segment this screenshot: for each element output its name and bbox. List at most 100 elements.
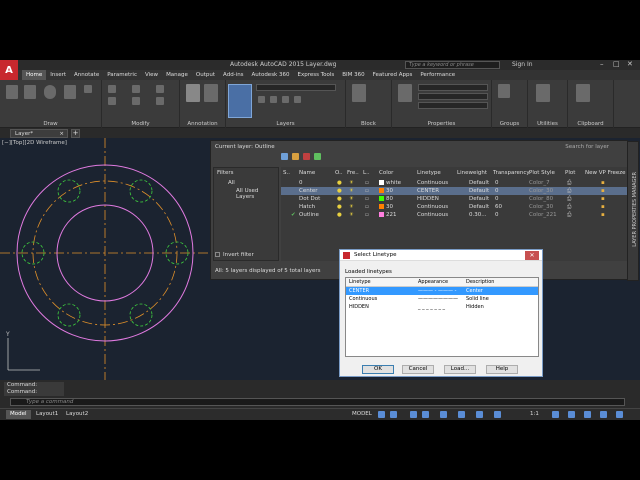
fillet-icon[interactable] bbox=[156, 97, 164, 105]
new-vp-frozen-layer-icon[interactable] bbox=[292, 153, 299, 160]
vp-freeze-icon[interactable]: ▪ bbox=[601, 180, 605, 186]
col-header[interactable]: Name bbox=[299, 170, 315, 176]
grid-icon[interactable] bbox=[378, 411, 385, 418]
freeze-icon[interactable]: ☀ bbox=[349, 196, 354, 202]
layer-lineweight[interactable]: Default bbox=[469, 196, 489, 202]
vp-freeze-icon[interactable]: ▪ bbox=[601, 212, 605, 218]
lock-icon[interactable]: ▫ bbox=[365, 204, 369, 210]
layer-row[interactable]: Center ● ☀ ▫ 30 CENTER Default 0 Color_3… bbox=[281, 187, 629, 195]
arc-icon[interactable] bbox=[64, 85, 76, 99]
layer-row[interactable]: Dot Dot ● ☀ ▫ 80 HIDDEN Default 0 Color_… bbox=[281, 195, 629, 203]
polyline-icon[interactable] bbox=[24, 85, 36, 99]
dialog-close-icon[interactable]: ✕ bbox=[525, 251, 539, 260]
col-header[interactable]: S.. bbox=[283, 170, 290, 176]
on-icon[interactable]: ● bbox=[337, 212, 342, 218]
rotate-icon[interactable] bbox=[132, 85, 140, 93]
layer-linetype[interactable]: Continuous bbox=[417, 212, 448, 218]
paste-icon[interactable] bbox=[576, 84, 590, 102]
freeze-icon[interactable]: ☀ bbox=[349, 188, 354, 194]
maximize-icon[interactable]: □ bbox=[613, 60, 620, 68]
layer-tool-icon[interactable] bbox=[282, 96, 289, 103]
col-header[interactable]: L.. bbox=[363, 170, 370, 176]
lock-icon[interactable]: ▫ bbox=[365, 180, 369, 186]
sign-in-link[interactable]: Sign In bbox=[512, 61, 533, 68]
plot-icon[interactable]: ⎙ bbox=[567, 212, 571, 219]
layer-lineweight[interactable]: Default bbox=[469, 180, 489, 186]
layer-row[interactable]: 0 ● ☀ ▫ white Continuous Default 0 Color… bbox=[281, 179, 629, 187]
layer-transparency[interactable]: 0 bbox=[495, 196, 499, 202]
lineweight-toggle-icon[interactable] bbox=[458, 411, 465, 418]
layer-linetype[interactable]: Continuous bbox=[417, 204, 448, 210]
col-header[interactable]: Plot bbox=[565, 170, 575, 176]
layer-color[interactable]: white bbox=[379, 180, 401, 186]
snap-icon[interactable] bbox=[390, 411, 397, 418]
ribbon-tab[interactable]: Performance bbox=[416, 70, 459, 80]
viewport-controls[interactable]: [−][Top][2D Wireframe] bbox=[2, 140, 67, 146]
vp-freeze-icon[interactable]: ▪ bbox=[601, 196, 605, 202]
new-layer-icon[interactable] bbox=[281, 153, 288, 160]
ribbon-tab[interactable]: Insert bbox=[46, 70, 70, 80]
isolate-icon[interactable] bbox=[568, 411, 575, 418]
layer-properties-button[interactable] bbox=[228, 84, 252, 118]
layer-lineweight[interactable]: Default bbox=[469, 188, 489, 194]
on-icon[interactable]: ● bbox=[337, 188, 342, 194]
close-tab-icon[interactable]: × bbox=[59, 130, 64, 138]
circle-icon[interactable] bbox=[44, 85, 56, 99]
copy-icon[interactable] bbox=[108, 97, 116, 105]
on-icon[interactable]: ● bbox=[337, 196, 342, 202]
delete-layer-icon[interactable] bbox=[303, 153, 310, 160]
col-header[interactable]: Appearance bbox=[418, 279, 448, 285]
plot-icon[interactable]: ⎙ bbox=[567, 204, 571, 211]
ribbon-tab[interactable]: Annotate bbox=[70, 70, 103, 80]
layer-tool-icon[interactable] bbox=[258, 96, 265, 103]
tab-layout1[interactable]: Layout1 bbox=[32, 410, 62, 419]
line-icon[interactable] bbox=[6, 85, 18, 99]
layer-color[interactable]: 221 bbox=[379, 212, 397, 218]
polar-icon[interactable] bbox=[422, 411, 429, 418]
dimension-icon[interactable] bbox=[204, 84, 218, 102]
col-header[interactable]: Color bbox=[379, 170, 393, 176]
measure-icon[interactable] bbox=[536, 84, 550, 102]
plot-icon[interactable]: ⎙ bbox=[567, 180, 571, 187]
layer-transparency[interactable]: 60 bbox=[495, 204, 502, 210]
lock-icon[interactable]: ▫ bbox=[365, 188, 369, 194]
match-properties-icon[interactable] bbox=[398, 84, 412, 102]
layer-row[interactable]: Hatch ● ☀ ▫ 30 Continuous Default 60 Col… bbox=[281, 203, 629, 211]
annotation-scale-icon[interactable] bbox=[494, 411, 501, 418]
ribbon-tab[interactable]: View bbox=[141, 70, 162, 80]
move-icon[interactable] bbox=[108, 85, 116, 93]
col-header[interactable]: New VP Freeze bbox=[585, 170, 626, 176]
layer-color[interactable]: 30 bbox=[379, 188, 393, 194]
freeze-icon[interactable]: ☀ bbox=[349, 212, 354, 218]
command-input[interactable]: Type a command bbox=[10, 398, 625, 406]
lineweight-dropdown[interactable] bbox=[418, 93, 488, 100]
layer-linetype[interactable]: HIDDEN bbox=[417, 196, 439, 202]
ribbon-tab[interactable]: BIM 360 bbox=[338, 70, 368, 80]
ribbon-tab[interactable]: Parametric bbox=[103, 70, 141, 80]
mirror-icon[interactable] bbox=[132, 97, 140, 105]
ribbon-tab[interactable]: Manage bbox=[162, 70, 192, 80]
tab-layout2[interactable]: Layout2 bbox=[62, 410, 92, 419]
filter-all[interactable]: All bbox=[228, 180, 235, 186]
col-header[interactable]: Transparency bbox=[493, 170, 530, 176]
plot-icon[interactable]: ⎙ bbox=[567, 196, 571, 203]
clean-screen-icon[interactable] bbox=[600, 411, 607, 418]
on-icon[interactable]: ● bbox=[337, 204, 342, 210]
col-header[interactable]: Description bbox=[466, 279, 494, 285]
linetype-row[interactable]: HIDDEN _ _ _ _ _ _ _ Hidden bbox=[346, 303, 538, 311]
insert-block-icon[interactable] bbox=[352, 84, 366, 102]
group-icon[interactable] bbox=[498, 84, 510, 98]
layer-search-input[interactable]: Search for layer bbox=[565, 144, 609, 150]
color-dropdown[interactable] bbox=[418, 84, 488, 91]
load-button[interactable]: Load... bbox=[444, 365, 476, 374]
layer-transparency[interactable]: 0 bbox=[495, 188, 499, 194]
trim-icon[interactable] bbox=[156, 85, 164, 93]
ribbon-tab[interactable]: Featured Apps bbox=[369, 70, 417, 80]
layer-linetype[interactable]: Continuous bbox=[417, 180, 448, 186]
ok-button[interactable]: OK bbox=[362, 365, 394, 374]
linetype-row[interactable]: Continuous ———————— Solid line bbox=[346, 295, 538, 303]
application-menu-button[interactable]: A bbox=[0, 60, 18, 80]
layer-lineweight[interactable]: Default bbox=[469, 204, 489, 210]
text-icon[interactable] bbox=[186, 84, 200, 102]
lock-icon[interactable]: ▫ bbox=[365, 196, 369, 202]
